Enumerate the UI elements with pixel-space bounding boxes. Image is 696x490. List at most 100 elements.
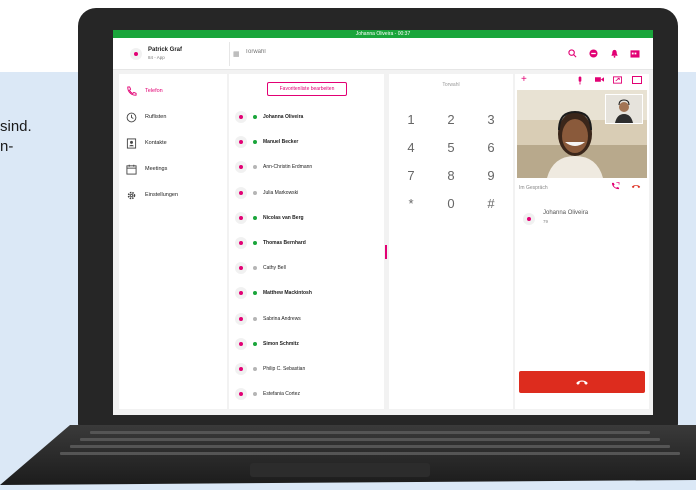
- calendar-icon[interactable]: [629, 47, 641, 59]
- contact-avatar: [235, 262, 247, 275]
- contact-avatar: [235, 287, 247, 300]
- presence-status-icon: [253, 140, 257, 145]
- peer-avatar: [523, 213, 535, 225]
- contact-avatar: [235, 388, 247, 401]
- dialpad-key[interactable]: 6: [479, 138, 503, 158]
- presence-status-icon: [253, 241, 257, 245]
- dialpad-key[interactable]: 0: [439, 194, 463, 214]
- sidebar-item-einstellungen[interactable]: Einstellungen: [125, 188, 225, 202]
- microphone-icon[interactable]: [577, 76, 583, 87]
- contact-avatar: [235, 136, 247, 149]
- edit-favorites-button[interactable]: Favoritenliste bearbeiten: [267, 82, 347, 96]
- dialpad-toggle-icon[interactable]: ▦: [233, 50, 240, 58]
- camera-icon[interactable]: [595, 76, 604, 85]
- contact-name: Matthew Mackintosh: [263, 290, 312, 297]
- contact-avatar: [235, 186, 247, 199]
- call-status-label: Im Gespräch: [519, 185, 548, 191]
- contact-row[interactable]: Sabrina Andrews: [235, 312, 375, 326]
- contact-row[interactable]: Simon Schmitz: [235, 337, 375, 351]
- user-avatar[interactable]: [130, 48, 142, 60]
- sidebar-item-label: Meetings: [145, 166, 168, 172]
- dialpad-key[interactable]: 8: [439, 166, 463, 186]
- background-text-line2: n-: [0, 138, 14, 155]
- user-name: Patrick Graf: [148, 47, 183, 53]
- dialpad-key[interactable]: 4: [399, 138, 423, 158]
- contact-avatar: [235, 312, 247, 325]
- sidebar-item-label: Ruflisten: [145, 114, 167, 120]
- dialpad-key[interactable]: 5: [439, 138, 463, 158]
- contact-name: Johanna Oliveira: [263, 114, 304, 120]
- sidebar-item-ruflisten[interactable]: Ruflisten: [125, 110, 225, 124]
- header-divider: [229, 42, 230, 66]
- contact-row[interactable]: Johanna Oliveira: [235, 110, 375, 124]
- contact-avatar: [235, 337, 247, 350]
- presence-status-icon: [253, 392, 257, 397]
- bell-icon[interactable]: [608, 47, 620, 59]
- presence-status-icon: [253, 115, 257, 119]
- presence-status-icon: [253, 190, 257, 195]
- dialpad-label: Torwahl: [442, 82, 460, 88]
- contact-avatar: [235, 363, 247, 375]
- contact-name: Simon Schmitz: [263, 340, 299, 347]
- peer-name: Johanna Oliveira: [543, 210, 589, 216]
- contact-row[interactable]: Manuel Becker: [235, 135, 375, 149]
- contact-name: Sabrina Andrews: [263, 315, 301, 322]
- self-video-image: [606, 95, 642, 123]
- contact-row[interactable]: Thomas Bernhard: [235, 236, 375, 250]
- user-extension: 84 - App: [148, 55, 165, 60]
- history-icon: [125, 111, 137, 123]
- gear-icon: [125, 189, 137, 201]
- sidebar-item-label: Einstellungen: [145, 192, 179, 198]
- contact-row[interactable]: Estefania Cortez: [235, 387, 375, 401]
- sidebar-item-meetings[interactable]: Meetings: [125, 162, 225, 176]
- window-icon[interactable]: [632, 76, 642, 86]
- contact-name: Cathy Bell: [263, 265, 286, 272]
- favorites-list: Favoritenliste bearbeiten Johanna Olivei…: [229, 74, 384, 409]
- dialpad-key[interactable]: 3: [479, 110, 503, 130]
- contact-row[interactable]: Matthew Mackintosh: [235, 286, 375, 300]
- presence-status-icon: [253, 367, 257, 371]
- presence-status-icon: [253, 291, 257, 296]
- dial-input[interactable]: [245, 49, 445, 55]
- contact-row[interactable]: Philip C. Sebastian: [235, 362, 375, 376]
- active-call-bar[interactable]: Johanna Oliveira - 00:37: [113, 30, 653, 38]
- end-call-small-icon[interactable]: [631, 182, 641, 191]
- hangup-button[interactable]: [519, 371, 645, 393]
- contacts-icon: [125, 137, 137, 149]
- self-video-preview[interactable]: [605, 94, 643, 124]
- contact-avatar: [235, 211, 247, 224]
- contact-row[interactable]: Ann-Christin Erdmann: [235, 160, 375, 174]
- dialpad-key[interactable]: *: [399, 194, 423, 214]
- dialpad-key[interactable]: #: [479, 194, 503, 214]
- screen-share-icon[interactable]: [613, 76, 622, 86]
- contact-avatar: [235, 237, 247, 249]
- status-icon[interactable]: [587, 47, 599, 59]
- dialpad-key[interactable]: 2: [439, 110, 463, 130]
- presence-status-icon: [253, 165, 257, 170]
- contact-row[interactable]: Nicolas van Berg: [235, 211, 375, 225]
- add-icon[interactable]: +: [521, 74, 527, 85]
- laptop-keyboard-base: [0, 425, 696, 485]
- contact-name: Estefania Cortez: [263, 391, 300, 398]
- dialpad-key[interactable]: 1: [399, 110, 423, 130]
- sidebar-item-telefon[interactable]: Telefon: [125, 84, 225, 98]
- transfer-icon[interactable]: [611, 182, 620, 192]
- peer-number: 79: [543, 219, 549, 224]
- phone-icon: [125, 85, 137, 97]
- contact-name: Thomas Bernhard: [263, 240, 306, 246]
- stage: sind. n- Johanna Oliveira - 00:37 Patric…: [0, 0, 696, 490]
- search-icon[interactable]: [566, 47, 578, 59]
- contact-avatar: [235, 161, 247, 174]
- dialpad-key[interactable]: 9: [479, 166, 503, 186]
- header: Patrick Graf 84 - App ▦: [113, 38, 653, 70]
- contact-avatar: [235, 111, 247, 123]
- contact-row[interactable]: Cathy Bell: [235, 261, 375, 275]
- sidebar-item-kontakte[interactable]: Kontakte: [125, 136, 225, 150]
- dialpad-key[interactable]: 7: [399, 166, 423, 186]
- presence-status-icon: [253, 266, 257, 271]
- contact-row[interactable]: Julia Markowski: [235, 186, 375, 200]
- sidebar-item-label: Telefon: [145, 88, 163, 94]
- presence-status-icon: [253, 316, 257, 321]
- video-feed: [517, 90, 647, 178]
- resize-handle[interactable]: [385, 245, 387, 259]
